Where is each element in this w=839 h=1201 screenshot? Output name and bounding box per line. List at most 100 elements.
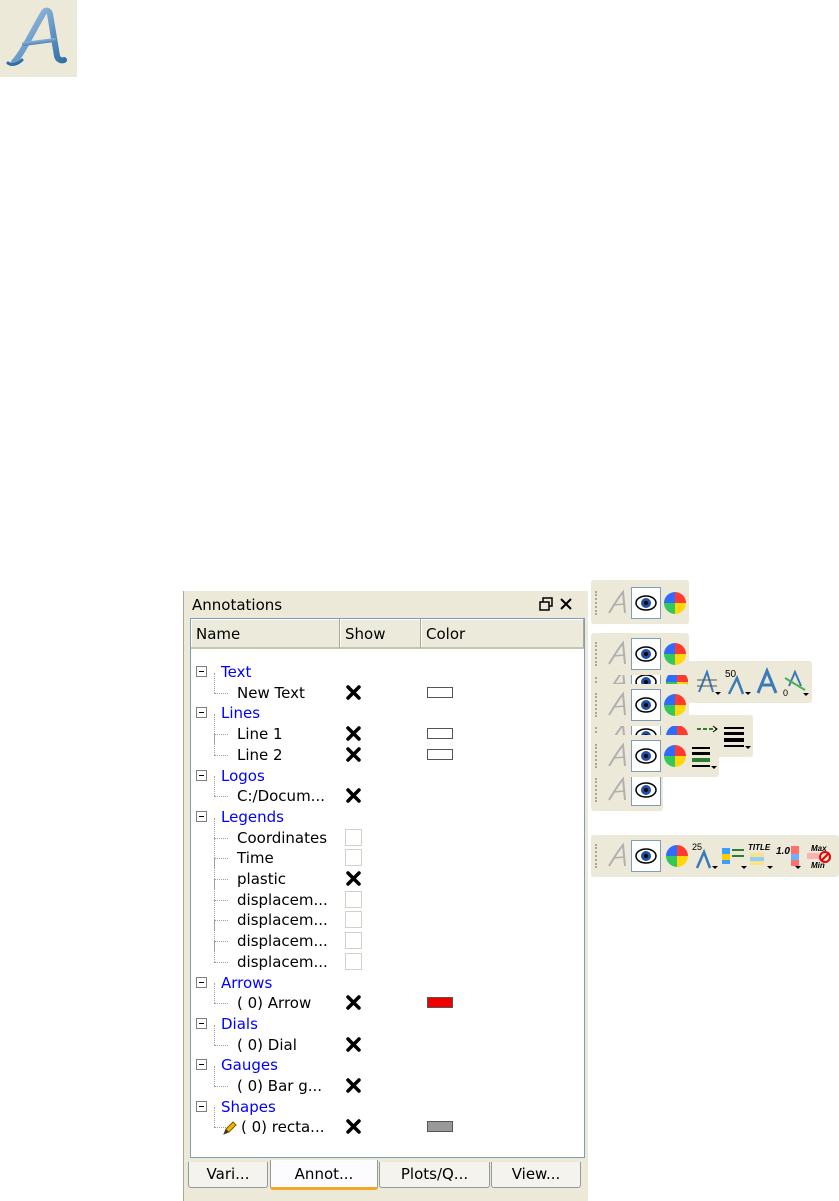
tree-group[interactable]: Text xyxy=(191,662,584,682)
annotations-tree[interactable]: Name Show Color Text New Text Lines Line 1 L… xyxy=(190,618,585,1158)
show-checkbox[interactable] xyxy=(345,746,362,763)
tree-item[interactable]: plastic xyxy=(191,859,584,889)
legend-font-size-icon[interactable]: 25 xyxy=(691,840,721,872)
show-checkbox[interactable] xyxy=(345,994,362,1011)
annotation-text-icon[interactable] xyxy=(601,638,631,670)
float-window-icon[interactable] xyxy=(538,596,554,612)
show-checkbox[interactable] xyxy=(345,870,362,887)
toolbar-grip[interactable] xyxy=(595,693,597,717)
show-checkbox[interactable] xyxy=(345,849,362,866)
show-checkbox[interactable] xyxy=(345,1077,362,1094)
show-checkbox[interactable] xyxy=(345,932,362,949)
tree-item[interactable]: displacem... xyxy=(191,880,584,910)
tree-group[interactable]: Shapes xyxy=(191,1097,584,1117)
show-checkbox[interactable] xyxy=(345,953,362,970)
line-width-icon[interactable] xyxy=(689,740,719,772)
collapse-icon[interactable] xyxy=(196,1059,207,1070)
tree-item[interactable]: displacem... xyxy=(191,900,584,930)
column-header-color[interactable]: Color xyxy=(421,619,584,649)
tree-item[interactable]: New Text xyxy=(191,673,584,703)
tree-connector xyxy=(214,838,228,839)
arrows-toolbar-main xyxy=(591,582,689,624)
collapse-icon[interactable] xyxy=(196,1018,207,1029)
svg-text:25: 25 xyxy=(692,842,702,852)
tree-group[interactable]: Arrows xyxy=(191,973,584,993)
color-wheel-icon[interactable] xyxy=(661,689,691,721)
color-wheel-icon[interactable] xyxy=(663,840,693,872)
legend-title-icon[interactable]: TITLE xyxy=(747,840,777,872)
line-width-icon[interactable] xyxy=(721,720,751,752)
column-header-show[interactable]: Show xyxy=(340,619,421,649)
tree-item[interactable]: Line 2 xyxy=(191,735,584,765)
color-wheel-icon[interactable] xyxy=(661,740,691,772)
collapse-icon[interactable] xyxy=(196,1101,207,1112)
annotation-text-icon[interactable] xyxy=(601,587,631,619)
annotation-text-icon[interactable] xyxy=(601,740,631,772)
text-offset-icon[interactable]: 0 xyxy=(781,666,811,698)
eye-icon[interactable] xyxy=(631,840,661,872)
font-size-icon[interactable]: 50 xyxy=(723,666,753,698)
tree-group[interactable]: Dials xyxy=(191,1014,584,1034)
show-checkbox[interactable] xyxy=(345,1118,362,1135)
toolbar-grip[interactable] xyxy=(595,778,597,802)
color-swatch[interactable] xyxy=(427,1121,453,1132)
tree-item[interactable]: ( 0) Arrow xyxy=(191,983,584,1013)
color-swatch[interactable] xyxy=(427,687,453,698)
toolbar-grip[interactable] xyxy=(595,744,597,768)
tree-group[interactable]: Logos xyxy=(191,766,584,786)
tree-item[interactable]: ( 0) recta... xyxy=(191,1107,584,1137)
color-wheel-icon[interactable] xyxy=(661,587,691,619)
tree-item[interactable]: ( 0) Dial xyxy=(191,1025,584,1055)
annotation-text-icon[interactable] xyxy=(601,689,631,721)
legend-min-max-icon[interactable]: Max Min xyxy=(805,840,835,872)
tab-view[interactable]: View... xyxy=(491,1162,581,1188)
column-header-name[interactable]: Name xyxy=(191,619,340,649)
color-wheel-icon[interactable] xyxy=(661,638,691,670)
toolbar-grip[interactable] xyxy=(595,591,597,615)
text-style-icon[interactable] xyxy=(693,666,723,698)
annotation-text-icon[interactable] xyxy=(601,774,631,806)
tree-group[interactable]: Gauges xyxy=(191,1055,584,1075)
legend-layout-icon[interactable] xyxy=(719,840,749,872)
collapse-icon[interactable] xyxy=(196,811,207,822)
eye-icon[interactable] xyxy=(631,774,661,806)
show-checkbox[interactable] xyxy=(345,1036,362,1053)
eye-icon[interactable] xyxy=(631,740,661,772)
show-checkbox[interactable] xyxy=(345,911,362,928)
close-icon[interactable] xyxy=(558,596,574,612)
group-label: Legends xyxy=(221,808,284,826)
eye-icon[interactable] xyxy=(631,638,661,670)
collapse-icon[interactable] xyxy=(196,770,207,781)
collapse-icon[interactable] xyxy=(196,977,207,988)
tree-item[interactable]: Time xyxy=(191,838,584,868)
show-checkbox[interactable] xyxy=(345,891,362,908)
tree-item[interactable]: C:/Docum... xyxy=(191,776,584,806)
toolbar-grip[interactable] xyxy=(595,844,597,868)
font-icon[interactable] xyxy=(753,666,783,698)
color-swatch[interactable] xyxy=(427,997,453,1008)
eye-icon[interactable] xyxy=(631,689,661,721)
toolbar-grip[interactable] xyxy=(595,642,597,666)
tree-item[interactable]: Line 1 xyxy=(191,714,584,744)
show-checkbox[interactable] xyxy=(345,684,362,701)
tree-group[interactable]: Legends xyxy=(191,807,584,827)
show-checkbox[interactable] xyxy=(345,829,362,846)
eye-icon[interactable] xyxy=(631,587,661,619)
annotation-text-icon[interactable] xyxy=(601,840,631,872)
tree-item[interactable]: ( 0) Bar g... xyxy=(191,1066,584,1096)
tab-plots[interactable]: Plots/Q... xyxy=(379,1162,490,1188)
legend-number-format-icon[interactable]: 1.0 xyxy=(775,840,805,872)
tree-item[interactable]: displacem... xyxy=(191,942,584,972)
tree-group[interactable]: Lines xyxy=(191,703,584,723)
panel-tabs: Vari... Annot... Plots/Q... View... xyxy=(184,1156,588,1201)
tab-variables[interactable]: Vari... xyxy=(188,1162,268,1188)
tree-item[interactable]: displacem... xyxy=(191,921,584,951)
collapse-icon[interactable] xyxy=(196,707,207,718)
show-checkbox[interactable] xyxy=(345,725,362,742)
color-swatch[interactable] xyxy=(427,749,453,760)
show-checkbox[interactable] xyxy=(345,787,362,804)
tree-item[interactable]: Coordinates xyxy=(191,818,584,848)
color-swatch[interactable] xyxy=(427,728,453,739)
collapse-icon[interactable] xyxy=(196,666,207,677)
tab-annotations[interactable]: Annot... xyxy=(270,1160,378,1190)
